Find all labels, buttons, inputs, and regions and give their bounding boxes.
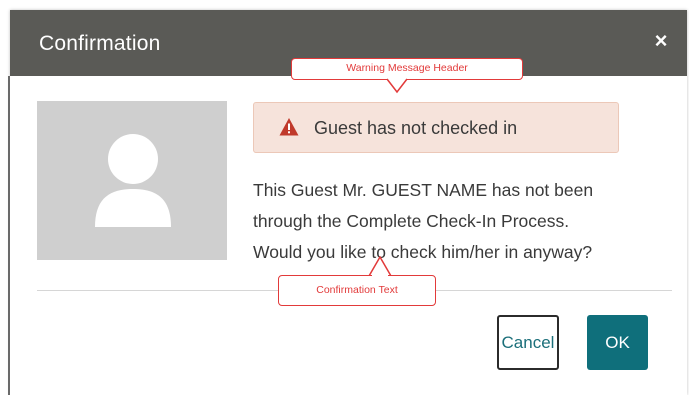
warning-message: Guest has not checked in [253, 102, 619, 153]
window-edge [8, 76, 10, 395]
annotation-warning-header: Warning Message Header [291, 58, 523, 80]
cancel-button[interactable]: Cancel [497, 315, 559, 370]
avatar [37, 101, 227, 260]
warning-triangle-icon [279, 118, 299, 136]
callout-joint [372, 274, 388, 277]
user-avatar-icon [95, 134, 171, 227]
confirmation-dialog: Confirmation × Guest has not checked in … [10, 10, 687, 395]
ok-button[interactable]: OK [587, 315, 648, 370]
close-icon[interactable]: × [650, 30, 672, 52]
message-line: Would you like to check him/her in anywa… [253, 242, 593, 262]
confirmation-text: This Guest Mr. GUEST NAME has not been t… [253, 175, 673, 268]
message-line: This Guest Mr. GUEST NAME has not been [253, 180, 594, 200]
annotation-confirmation-text: Confirmation Text [278, 275, 436, 306]
dialog-title: Confirmation [39, 32, 161, 55]
callout-pointer [386, 78, 408, 94]
warning-text: Guest has not checked in [314, 118, 518, 138]
message-line: through the Complete Check-In Process. [253, 211, 570, 231]
